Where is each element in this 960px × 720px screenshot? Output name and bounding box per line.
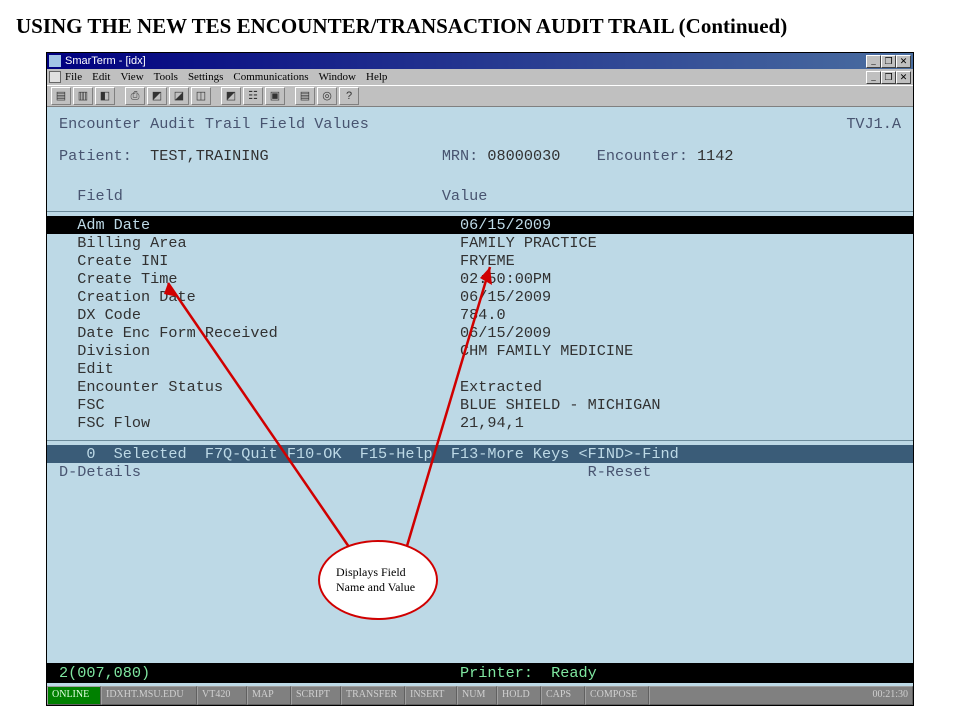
status-seg-hold: HOLD xyxy=(497,686,541,705)
mdi-maximize-button[interactable]: ❐ xyxy=(881,71,896,84)
patient-line: Patient: TEST,TRAINING MRN: 08000030 Enc… xyxy=(59,147,901,165)
doc-icon xyxy=(49,71,61,83)
menu-communications[interactable]: Communications xyxy=(233,71,308,83)
field-row[interactable]: Creation Date 06/15/2009 xyxy=(59,288,901,306)
app-icon xyxy=(49,55,61,67)
field-row[interactable]: Division CHM FAMILY MEDICINE xyxy=(59,342,901,360)
mdi-controls: _ ❐ ✕ xyxy=(866,71,911,84)
toolbar-button-0[interactable]: ▤ xyxy=(51,87,71,105)
divider-line xyxy=(47,440,913,441)
terminal-status-line: 2(007,080) Printer: Ready xyxy=(47,663,913,683)
field-row[interactable]: Encounter Status Extracted xyxy=(59,378,901,396)
menu-help[interactable]: Help xyxy=(366,71,387,83)
status-seg-script: SCRIPT xyxy=(291,686,341,705)
status-bar: ONLINEIDXHT.MSU.EDUVT420MAPSCRIPTTRANSFE… xyxy=(47,686,913,705)
field-row[interactable]: Create Time 02:50:00PM xyxy=(59,270,901,288)
tool-bar: ▤▥◧⎙◩◪◫◩☷▣▤◎? xyxy=(47,85,913,107)
toolbar-button-8[interactable]: ☷ xyxy=(243,87,263,105)
status-seg-map: MAP xyxy=(247,686,291,705)
terminal-area[interactable]: Encounter Audit Trail Field ValuesTVJ1.A… xyxy=(47,107,913,705)
window-controls: _ ❐ ✕ xyxy=(866,55,911,68)
action-line: D-Details R-Reset xyxy=(59,463,901,481)
field-row[interactable]: Create INI FRYEME xyxy=(59,252,901,270)
maximize-button[interactable]: ❐ xyxy=(881,55,896,68)
field-row[interactable]: DX Code 784.0 xyxy=(59,306,901,324)
field-row[interactable]: Billing Area FAMILY PRACTICE xyxy=(59,234,901,252)
toolbar-button-5[interactable]: ◪ xyxy=(169,87,189,105)
field-row[interactable]: FSC Flow 21,94,1 xyxy=(59,414,901,432)
status-seg-transfer: TRANSFER xyxy=(341,686,405,705)
toolbar-button-11[interactable]: ◎ xyxy=(317,87,337,105)
mdi-close-button[interactable]: ✕ xyxy=(896,71,911,84)
menu-view[interactable]: View xyxy=(120,71,143,83)
toolbar-button-7[interactable]: ◩ xyxy=(221,87,241,105)
toolbar-button-1[interactable]: ▥ xyxy=(73,87,93,105)
status-seg-online: ONLINE xyxy=(47,686,101,705)
status-seg-idxht-msu-edu: IDXHT.MSU.EDU xyxy=(101,686,197,705)
toolbar-button-2[interactable]: ◧ xyxy=(95,87,115,105)
menu-file[interactable]: File xyxy=(65,71,82,83)
callout-text: Displays Field Name and Value xyxy=(336,565,420,595)
status-seg-insert: INSERT xyxy=(405,686,457,705)
status-seg-compose: COMPOSE xyxy=(585,686,649,705)
toolbar-button-4[interactable]: ◩ xyxy=(147,87,167,105)
status-seg-caps: CAPS xyxy=(541,686,585,705)
menu-settings[interactable]: Settings xyxy=(188,71,223,83)
menu-window[interactable]: Window xyxy=(319,71,356,83)
screen-header: Encounter Audit Trail Field ValuesTVJ1.A xyxy=(59,115,901,133)
toolbar-button-10[interactable]: ▤ xyxy=(295,87,315,105)
toolbar-button-12[interactable]: ? xyxy=(339,87,359,105)
toolbar-button-3[interactable]: ⎙ xyxy=(125,87,145,105)
title-bar: SmarTerm - [idx] _ ❐ ✕ xyxy=(47,53,913,69)
status-seg-num: NUM xyxy=(457,686,497,705)
field-row[interactable]: Adm Date 06/15/2009 xyxy=(47,216,913,234)
menu-tools[interactable]: Tools xyxy=(154,71,178,83)
callout-ellipse: Displays Field Name and Value xyxy=(318,540,438,620)
column-headers: Field Value xyxy=(59,187,901,205)
window-title: SmarTerm - [idx] xyxy=(65,55,866,67)
status-seg-vt420: VT420 xyxy=(197,686,247,705)
page-heading: USING THE NEW TES ENCOUNTER/TRANSACTION … xyxy=(16,14,960,39)
field-row[interactable]: Date Enc Form Received 06/15/2009 xyxy=(59,324,901,342)
toolbar-button-9[interactable]: ▣ xyxy=(265,87,285,105)
divider-line xyxy=(47,211,913,212)
field-row[interactable]: FSC BLUE SHIELD - MICHIGAN xyxy=(59,396,901,414)
toolbar-button-6[interactable]: ◫ xyxy=(191,87,211,105)
close-button[interactable]: ✕ xyxy=(896,55,911,68)
field-row[interactable]: Edit xyxy=(59,360,901,378)
menu-bar: File Edit View Tools Settings Communicat… xyxy=(47,69,913,85)
app-window: SmarTerm - [idx] _ ❐ ✕ File Edit View To… xyxy=(46,52,914,706)
mdi-minimize-button[interactable]: _ xyxy=(866,71,881,84)
status-seg-00-21-30: 00:21:30 xyxy=(649,686,913,705)
menu-edit[interactable]: Edit xyxy=(92,71,110,83)
minimize-button[interactable]: _ xyxy=(866,55,881,68)
function-key-bar: 0 Selected F7Q-Quit F10-OK F15-Help F13-… xyxy=(47,445,913,463)
